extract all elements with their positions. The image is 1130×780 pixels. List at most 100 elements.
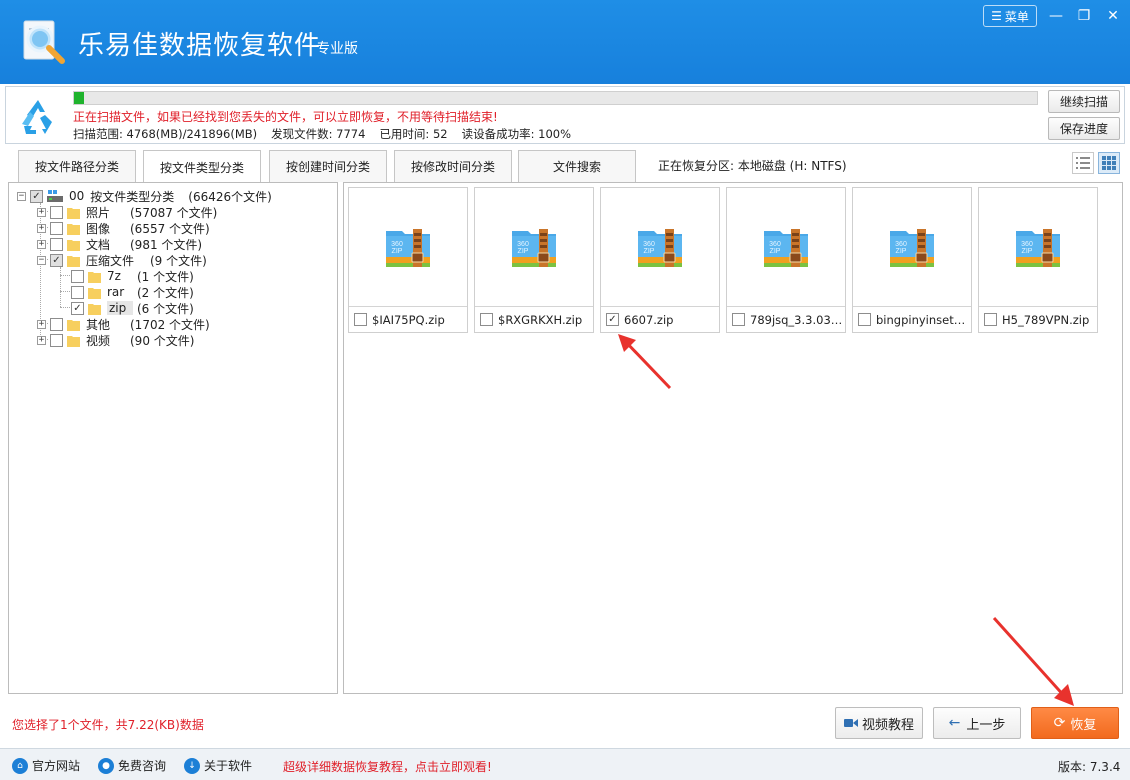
partition-label: 正在恢复分区: 本地磁盘 (H: NTFS) [658,159,847,173]
video-tutorial-button[interactable]: 视频教程 [835,707,923,739]
official-website-label: 官方网站 [32,759,81,773]
file-name: bingpinyinsetup.zip [876,312,971,327]
tree-item-archives[interactable]: − ✓ 压缩文件 (9 个文件) [37,252,207,268]
tree-checkbox[interactable]: ✓ [50,253,63,267]
file-name: $RXGRKXH.zip [498,312,583,327]
tab-file-type[interactable]: 按文件类型分类 [143,150,261,183]
tab-file-search[interactable]: 文件搜索 [518,150,636,182]
grid-view-icon[interactable] [1098,152,1120,174]
tree-checkbox[interactable]: ✓ [30,189,43,203]
tree-checkbox[interactable] [71,285,84,299]
file-card[interactable]: 360 ZIP H5_789VPN.zip [978,187,1098,333]
svg-text:ZIP: ZIP [392,248,403,255]
tutorial-promo-link[interactable]: 超级详细数据恢复教程，点击立即观看! [283,758,492,775]
tree-item-other[interactable]: + 其他 (1702 个文件) [37,316,210,332]
file-card[interactable]: 360ZIP bingpinyinsetup.zip [852,187,972,333]
collapse-icon[interactable]: − [37,255,46,265]
zip-file-icon: 360 ZIP [979,188,1097,306]
annotation-arrow [618,334,672,390]
folder-icon [67,223,80,235]
scan-progress-bar [73,91,1038,105]
svg-text:ZIP: ZIP [896,248,907,255]
minimize-icon[interactable]: — [1046,7,1066,25]
tree-item-documents[interactable]: + 文档 (981 个文件) [37,236,202,252]
recycle-scan-icon [22,100,52,134]
title-bar: 乐易佳数据恢复软件 专业版 ☰ 菜单 — ❐ ✕ [0,0,1130,84]
tab-created-time[interactable]: 按创建时间分类 [269,150,387,182]
folder-icon [67,207,80,219]
svg-text:ZIP: ZIP [1022,248,1033,255]
expand-icon[interactable]: + [37,239,46,249]
tab-modified-time[interactable]: 按修改时间分类 [394,150,512,182]
tree-checkbox[interactable] [50,333,63,347]
continue-scan-button[interactable]: 继续扫描 [1048,90,1120,113]
tree-checkbox[interactable] [50,237,63,251]
tree-root[interactable]: − ✓ 00 按文件类型分类 (66426个文件) [17,188,272,204]
info-icon: ↓ [184,757,200,774]
file-checkbox[interactable]: ✓ [606,313,619,326]
file-checkbox[interactable] [858,313,871,326]
category-tree: − ✓ 00 按文件类型分类 (66426个文件) + 照片 (57087 个文… [8,182,338,694]
official-website-link[interactable]: ⌂ 官方网站 [12,757,80,774]
list-view-icon[interactable] [1072,152,1094,174]
scan-stats: 扫描范围: 4768(MB)/241896(MB) 发现文件数: 7774 已用… [73,126,571,142]
status-bar: ⌂ 官方网站 ● 免费咨询 ↓ 关于软件 超级详细数据恢复教程，点击立即观看! … [0,748,1130,780]
save-progress-button[interactable]: 保存进度 [1048,117,1120,140]
tree-checkbox[interactable] [50,221,63,235]
folder-icon [67,239,80,251]
video-icon [843,719,858,727]
expand-icon[interactable]: + [37,319,46,329]
file-name: 789jsq_3.3.0331.... [750,312,845,327]
drive-icon [47,189,63,202]
collapse-icon[interactable]: − [17,191,26,201]
file-checkbox[interactable] [480,313,493,326]
tree-item-zip[interactable]: ✓ zip (6 个文件) [71,300,194,316]
tree-checkbox[interactable] [71,269,84,283]
svg-text:360: 360 [769,241,781,248]
expand-icon[interactable]: + [37,207,46,217]
file-checkbox[interactable] [732,313,745,326]
recover-label: 恢复 [1070,717,1097,733]
tree-root-count: (66426个文件) [188,189,272,204]
svg-text:360: 360 [895,241,907,248]
file-card[interactable]: 360 ZIP $RXGRKXH.zip [474,187,594,333]
file-name: 6607.zip [624,312,674,327]
file-card[interactable]: 360 ZIP ✓ 6607.zip [600,187,720,333]
svg-text:360: 360 [517,241,529,248]
free-consult-link[interactable]: ● 免费咨询 [98,757,166,774]
menu-button[interactable]: ☰ 菜单 [983,5,1037,27]
tree-item-7z[interactable]: 7z (1 个文件) [71,268,194,284]
zip-file-icon: 360 ZIP [475,188,593,306]
recover-button[interactable]: ⟳ 恢复 [1031,707,1119,739]
tree-item-videos[interactable]: + 视频 (90 个文件) [37,332,194,348]
file-checkbox[interactable] [984,313,997,326]
tree-item-rar[interactable]: rar (2 个文件) [71,284,194,300]
close-icon[interactable]: ✕ [1103,7,1123,25]
zip-file-icon: 360 ZIP [349,188,467,306]
tree-checkbox[interactable] [50,317,63,331]
zip-file-icon: 360 ZIP [601,188,719,306]
annotation-arrow [992,616,1074,706]
home-icon: ⌂ [12,757,28,774]
scan-range: 扫描范围: 4768(MB)/241896(MB) [73,127,258,141]
folder-icon [88,303,101,315]
scan-found: 发现文件数: 7774 [271,127,366,141]
expand-icon[interactable]: + [37,223,46,233]
file-card[interactable]: 360ZIP 789jsq_3.3.0331.... [726,187,846,333]
tree-item-photos[interactable]: + 照片 (57087 个文件) [37,204,217,220]
file-name: H5_789VPN.zip [1002,312,1090,327]
file-card[interactable]: 360 ZIP $IAI75PQ.zip [348,187,468,333]
tree-item-images[interactable]: + 图像 (6557 个文件) [37,220,210,236]
restore-icon[interactable]: ❐ [1074,7,1094,25]
tree-checkbox[interactable]: ✓ [71,301,84,315]
tree-checkbox[interactable] [50,205,63,219]
previous-step-button[interactable]: ← 上一步 [933,707,1021,739]
about-software-label: 关于软件 [204,759,253,773]
arrow-left-icon: ← [948,715,961,731]
about-software-link[interactable]: ↓ 关于软件 [184,757,252,774]
expand-icon[interactable]: + [37,335,46,345]
tab-file-path[interactable]: 按文件路径分类 [18,150,136,182]
folder-icon [88,287,101,299]
file-checkbox[interactable] [354,313,367,326]
version-label: 版本: 7.3.4 [1058,760,1121,774]
